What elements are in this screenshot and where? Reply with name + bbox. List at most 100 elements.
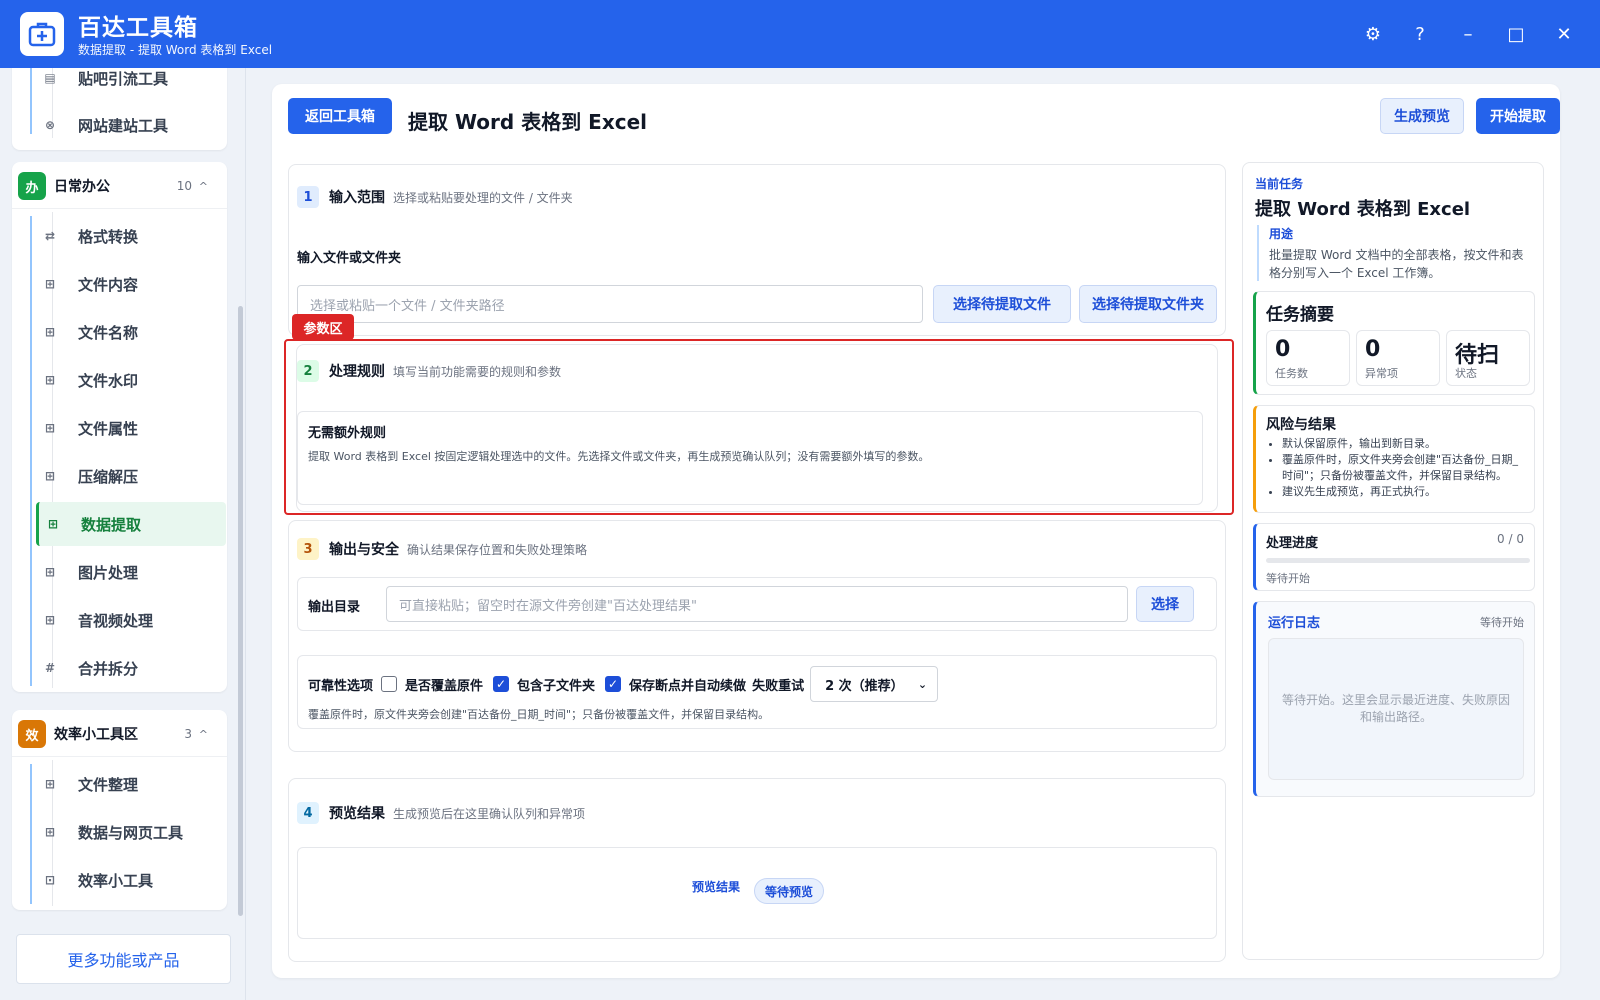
subfolders-label: 包含子文件夹 bbox=[517, 678, 596, 694]
globe-icon: ⊗ bbox=[44, 118, 56, 132]
usage-label: 用途 bbox=[1269, 227, 1294, 241]
section-preview: 4 预览结果 生成预览后在这里确认队列和异常项 预览结果 等待预览 bbox=[288, 778, 1226, 962]
grid-icon: ⊞ bbox=[44, 613, 56, 627]
sidebar-item-media[interactable]: ⊞ 音视频处理 bbox=[36, 598, 226, 642]
sidebar-item-compress[interactable]: ⊞ 压缩解压 bbox=[36, 454, 226, 498]
sidebar-item-file-name[interactable]: ⊞ 文件名称 bbox=[36, 310, 226, 354]
section-desc: 选择或粘贴要处理的文件 / 文件夹 bbox=[393, 190, 573, 205]
group-header-office[interactable]: 办 日常办公 10 ^ bbox=[18, 164, 218, 208]
app-logo-icon bbox=[20, 12, 64, 56]
choose-dir-button[interactable]: 选择 bbox=[1136, 586, 1194, 622]
app-subtitle: 数据提取 - 提取 Word 表格到 Excel bbox=[78, 43, 273, 57]
chevron-up-icon: ^ bbox=[198, 179, 208, 193]
select-folder-button[interactable]: 选择待提取文件夹 bbox=[1079, 285, 1217, 323]
output-dir-row: 输出目录 可直接粘贴；留空时在源文件旁创建"百达处理结果" 选择 bbox=[297, 577, 1217, 631]
log-card: 运行日志 等待开始 等待开始。这里会显示最近进度、失败原因和输出路径。 bbox=[1253, 601, 1535, 797]
input-label: 输入文件或文件夹 bbox=[297, 251, 402, 266]
close-icon[interactable]: ✕ bbox=[1548, 18, 1580, 50]
maximize-icon[interactable]: □ bbox=[1500, 18, 1532, 50]
grid-icon: ⊞ bbox=[44, 325, 56, 339]
output-dir-label: 输出目录 bbox=[308, 600, 361, 615]
risk-item: 默认保留原件，输出到新目录。 bbox=[1282, 436, 1528, 452]
sidebar-item-merge-split[interactable]: # 合并拆分 bbox=[36, 646, 226, 690]
grid-icon: ⊞ bbox=[47, 517, 59, 531]
overwrite-label: 是否覆盖原件 bbox=[405, 678, 484, 694]
title-bar: 百达工具箱 数据提取 - 提取 Word 表格到 Excel ⚙ ? – □ ✕ bbox=[0, 0, 1600, 68]
back-button[interactable]: 返回工具箱 bbox=[288, 98, 392, 134]
sidebar-item-file-content[interactable]: ⊞ 文件内容 bbox=[36, 262, 226, 306]
sidebar-item-data-web[interactable]: ⊞ 数据与网页工具 bbox=[36, 810, 226, 854]
section-desc: 生成预览后在这里确认队列和异常项 bbox=[393, 806, 586, 821]
log-status: 等待开始 bbox=[1480, 616, 1524, 629]
grid-icon: ⊞ bbox=[44, 469, 56, 483]
grid-icon: ⊞ bbox=[44, 825, 56, 839]
grid-icon: ⊞ bbox=[44, 777, 56, 791]
highlight-tag: 参数区 bbox=[292, 314, 354, 340]
usage-block: 用途 批量提取 Word 文档中的全部表格，按文件和表格分别写入一个 Excel… bbox=[1257, 225, 1535, 281]
overwrite-checkbox[interactable] bbox=[381, 676, 398, 692]
sidebar-item-tieba[interactable]: ▤ 贴吧引流工具 bbox=[36, 68, 226, 100]
select-file-button[interactable]: 选择待提取文件 bbox=[933, 285, 1071, 323]
sidebar-group-efficiency: 效 效率小工具区 3 ^ ⊞ 文件整理 ⊞ 数据与网页工具 ⊡ 效率小工具 bbox=[12, 710, 227, 910]
sidebar-item-data-extract[interactable]: ⊞ 数据提取 bbox=[36, 502, 226, 546]
section-title: 预览结果 bbox=[329, 806, 385, 822]
task-panel: 当前任务 提取 Word 表格到 Excel 用途 批量提取 Word 文档中的… bbox=[1242, 162, 1544, 960]
hash-icon: # bbox=[44, 661, 56, 675]
start-button[interactable]: 开始提取 bbox=[1476, 98, 1560, 134]
swap-icon: ⇄ bbox=[44, 229, 56, 243]
group-count: 3 bbox=[184, 727, 192, 741]
highlight-frame bbox=[284, 339, 1234, 515]
minimize-icon[interactable]: – bbox=[1452, 18, 1484, 50]
preview-button[interactable]: 生成预览 bbox=[1380, 98, 1464, 134]
grid-icon: ⊞ bbox=[44, 421, 56, 435]
section-number: 4 bbox=[297, 802, 319, 824]
page-title: 提取 Word 表格到 Excel bbox=[408, 110, 647, 134]
reliability-label: 可靠性选项 bbox=[308, 678, 374, 694]
section-desc: 确认结果保存位置和失败处理策略 bbox=[407, 542, 588, 557]
progress-title: 处理进度 bbox=[1266, 536, 1319, 551]
list-icon: ▤ bbox=[44, 71, 56, 85]
sidebar-scrollbar[interactable] bbox=[238, 306, 243, 916]
progress-count: 0 / 0 bbox=[1497, 532, 1524, 546]
section-title: 输出与安全 bbox=[329, 542, 399, 558]
output-dir-field[interactable]: 可直接粘贴；留空时在源文件旁创建"百达处理结果" bbox=[386, 586, 1128, 622]
reliability-row: 可靠性选项 是否覆盖原件 ✓ 包含子文件夹 ✓ 保存断点并自动续做 失败重试 2… bbox=[297, 655, 1217, 729]
section-input: 1 输入范围 选择或粘贴要处理的文件 / 文件夹 输入文件或文件夹 选择或粘贴一… bbox=[288, 164, 1226, 336]
main-panel: 返回工具箱 提取 Word 表格到 Excel 生成预览 开始提取 1 输入范围… bbox=[272, 84, 1560, 978]
group-header-efficiency[interactable]: 效 效率小工具区 3 ^ bbox=[18, 712, 218, 756]
group-badge: 办 bbox=[18, 172, 46, 200]
sidebar-item-watermark[interactable]: ⊞ 文件水印 bbox=[36, 358, 226, 402]
risk-title: 风险与结果 bbox=[1266, 417, 1336, 433]
grid-icon: ⊞ bbox=[44, 565, 56, 579]
sidebar-item-image[interactable]: ⊞ 图片处理 bbox=[36, 550, 226, 594]
sidebar-item-format-convert[interactable]: ⇄ 格式转换 bbox=[36, 214, 226, 258]
sidebar-group-office: 办 日常办公 10 ^ ⇄ 格式转换 ⊞ 文件内容 ⊞ 文件名称 ⊞ 文件水印 … bbox=[12, 162, 227, 692]
group-badge: 效 bbox=[18, 720, 46, 748]
settings-icon[interactable]: ⚙ bbox=[1357, 18, 1389, 50]
log-output[interactable]: 等待开始。这里会显示最近进度、失败原因和输出路径。 bbox=[1268, 638, 1524, 780]
section-number: 3 bbox=[297, 538, 319, 560]
chevron-down-icon: ⌄ bbox=[917, 677, 928, 691]
retry-select[interactable]: 2 次（推荐） ⌄ bbox=[810, 666, 939, 702]
chevron-up-icon: ^ bbox=[198, 727, 208, 741]
sidebar-item-website[interactable]: ⊗ 网站建站工具 bbox=[36, 103, 226, 147]
sidebar-item-file-props[interactable]: ⊞ 文件属性 bbox=[36, 406, 226, 450]
group-count: 10 bbox=[176, 179, 192, 193]
input-path-field[interactable]: 选择或粘贴一个文件 / 文件夹路径 bbox=[297, 285, 923, 323]
log-title: 运行日志 bbox=[1268, 616, 1321, 631]
preview-label: 预览结果 bbox=[692, 880, 741, 894]
sidebar-item-file-organize[interactable]: ⊞ 文件整理 bbox=[36, 762, 226, 806]
more-products-button[interactable]: 更多功能或产品 bbox=[16, 934, 231, 984]
resume-checkbox[interactable]: ✓ bbox=[605, 676, 622, 692]
section-output: 3 输出与安全 确认结果保存位置和失败处理策略 输出目录 可直接粘贴；留空时在源… bbox=[288, 520, 1226, 752]
sidebar-item-efficiency-tools[interactable]: ⊡ 效率小工具 bbox=[36, 858, 226, 902]
subfolders-checkbox[interactable]: ✓ bbox=[493, 676, 510, 692]
stat-errors: 0 异常项 bbox=[1356, 330, 1440, 386]
help-icon[interactable]: ? bbox=[1404, 18, 1436, 50]
current-task-label: 当前任务 bbox=[1255, 177, 1304, 191]
preview-area: 预览结果 等待预览 bbox=[297, 847, 1217, 939]
risk-list: 默认保留原件，输出到新目录。 覆盖原件时，原文件夹旁会创建"百达备份_日期_时间… bbox=[1282, 436, 1528, 500]
summary-card: 任务摘要 0 任务数 0 异常项 待扫 状态 bbox=[1253, 291, 1535, 395]
risk-item: 覆盖原件时，原文件夹旁会创建"百达备份_日期_时间"；只备份被覆盖文件，并保留目… bbox=[1282, 452, 1528, 484]
summary-title: 任务摘要 bbox=[1266, 305, 1334, 325]
